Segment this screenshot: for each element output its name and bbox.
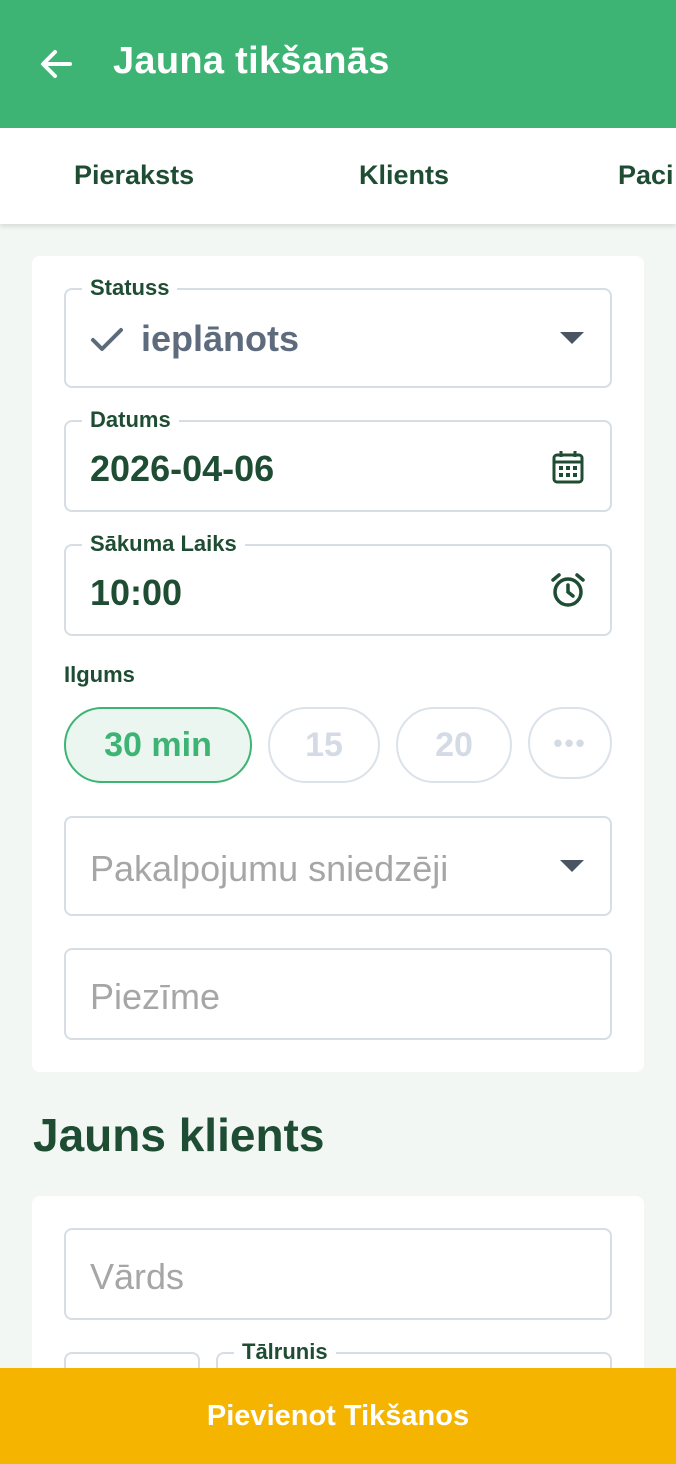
note-placeholder: Piezīme [90,976,221,1017]
date-field[interactable]: Datums 2026-04-06 [64,405,612,512]
alarm-clock-icon[interactable] [550,572,586,608]
date-value: 2026-04-06 [90,448,275,489]
check-icon [91,328,123,351]
chevron-down-icon [560,860,584,872]
status-select[interactable]: Statuss ieplānots [64,273,612,388]
appointment-card: Statuss ieplānots Datums 2026-04-06 Sāku… [32,256,644,1072]
duration-label: Ilgums [64,662,135,687]
app-bar: Jauna tikšanās [0,0,676,128]
status-label: Statuss [82,273,178,303]
start-time-value: 10:00 [90,572,183,613]
duration-chip-20[interactable]: 20 [396,707,512,783]
note-input[interactable]: Piezīme [64,948,612,1040]
chevron-down-icon [560,332,584,344]
name-placeholder: Vārds [90,1256,185,1297]
calendar-icon[interactable] [552,450,584,484]
page-title: Jauna tikšanās [113,40,390,82]
duration-chip-15[interactable]: 15 [268,707,380,783]
status-value: ieplānots [141,318,300,359]
arrow-left-icon [41,50,72,78]
date-label: Datums [82,405,179,435]
back-button[interactable] [36,44,76,84]
tab-klients[interactable]: Klients [359,160,449,191]
client-card: Vārds Tālrunis [32,1196,644,1432]
start-time-field[interactable]: Sākuma Laiks 10:00 [64,529,612,636]
duration-chip-30[interactable]: 30 min [64,707,252,783]
phone-label: Tālrunis [234,1337,336,1367]
add-appointment-button[interactable]: Pievienot Tikšanos [0,1368,676,1464]
new-client-heading: Jauns klients [33,1109,325,1161]
start-time-label: Sākuma Laiks [82,529,245,559]
tab-pacients[interactable]: Paci [618,160,674,191]
tab-bar: Pieraksts Klients Paci [0,128,676,224]
providers-placeholder: Pakalpojumu sniedzēji [90,848,449,889]
more-options-chip[interactable]: ••• [528,707,612,779]
tab-pieraksts[interactable]: Pieraksts [74,160,194,191]
providers-select[interactable]: Pakalpojumu sniedzēji [64,816,612,916]
name-input[interactable]: Vārds [64,1228,612,1320]
